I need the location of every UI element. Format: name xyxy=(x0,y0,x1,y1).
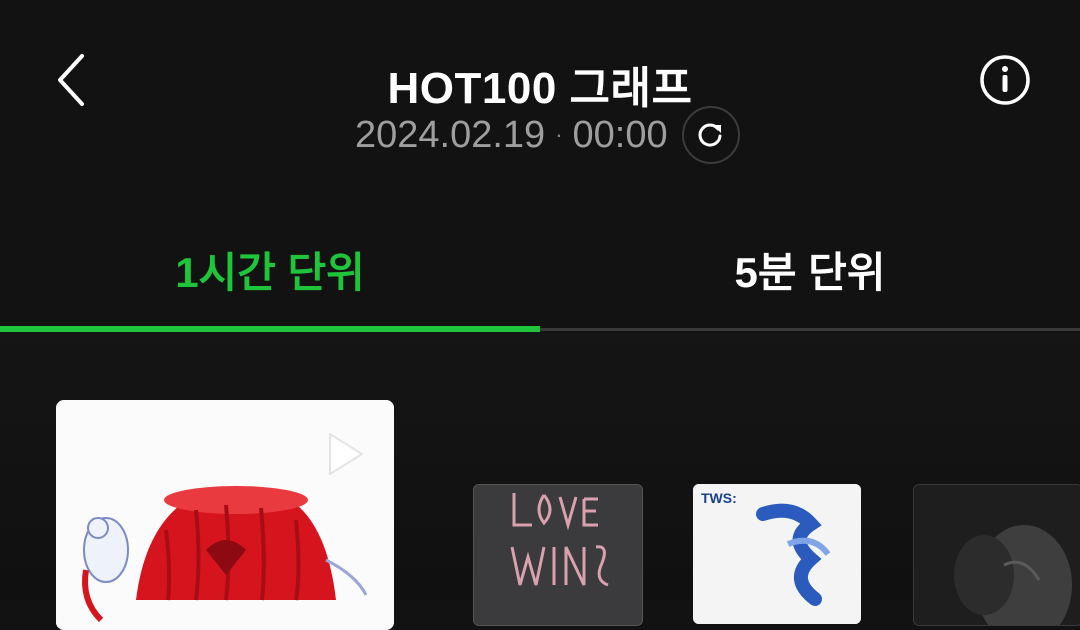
info-icon xyxy=(980,55,1030,105)
info-button[interactable] xyxy=(979,54,1031,106)
timestamp-row: 2024.02.19 · 00:00 xyxy=(355,106,740,164)
play-icon[interactable] xyxy=(326,430,366,478)
album-art-love-wins xyxy=(474,485,642,625)
app-header: HOT100 그래프 2024.02.19 · 00:00 xyxy=(0,0,1080,190)
featured-album-card[interactable] xyxy=(56,400,394,630)
page-title: HOT100 그래프 xyxy=(387,64,693,113)
album-thumbnail-dark-portrait[interactable] xyxy=(913,484,1080,626)
album-thumbnail-tws[interactable]: TWS: xyxy=(693,484,861,624)
tab-five-minute[interactable]: 5분 단위 xyxy=(540,210,1080,328)
refresh-icon xyxy=(698,123,722,147)
refresh-button[interactable] xyxy=(681,106,740,164)
chart-date: 2024.02.19 xyxy=(355,113,546,156)
chart-time: 00:00 xyxy=(572,113,668,156)
tab-hourly[interactable]: 1시간 단위 xyxy=(0,210,540,328)
album-thumbnail-love-wins[interactable] xyxy=(473,484,643,626)
date-time-separator: · xyxy=(555,122,563,147)
album-carousel: TWS: xyxy=(0,332,1080,630)
album-label: TWS: xyxy=(701,490,737,506)
tab-bar: 1시간 단위 5분 단위 xyxy=(0,210,1080,332)
album-art-portrait xyxy=(914,485,1080,625)
